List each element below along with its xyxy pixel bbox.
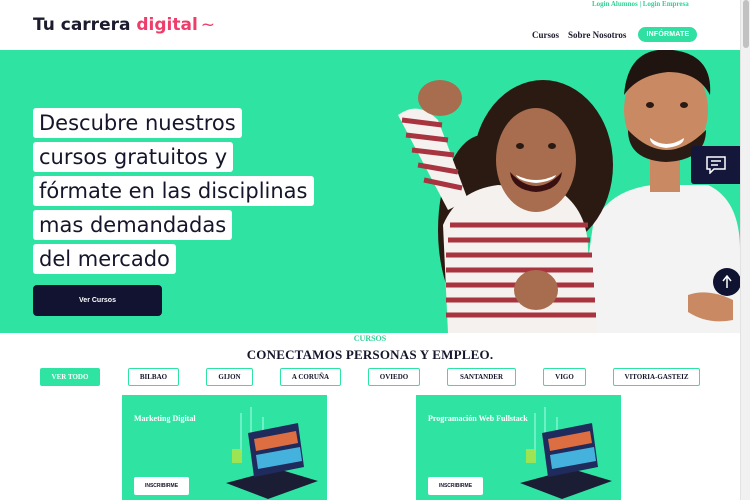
login-alumnos-link[interactable]: Login Alumnos <box>592 0 638 8</box>
hero-headline: Descubre nuestros cursos gratuitos y fór… <box>33 108 314 278</box>
ver-cursos-button[interactable]: Ver Cursos <box>33 285 162 316</box>
hero-line-1-text: Descubre nuestros <box>33 108 242 138</box>
course-card-title: Marketing Digital <box>134 414 196 423</box>
filter-ver-todo[interactable]: VER TODO <box>40 368 100 386</box>
hero-people-image <box>398 50 740 333</box>
logo-tilde: ~ <box>200 15 216 35</box>
woman-figure <box>398 80 613 333</box>
phone-dashboard-illustration <box>520 407 612 499</box>
hero-line-1: Descubre nuestros <box>33 108 314 138</box>
filter-bilbao[interactable]: BILBAO <box>128 368 179 386</box>
hero-line-5: del mercado <box>33 244 314 274</box>
logo-text: Tu carrera <box>33 15 137 35</box>
hero-line-3: fórmate en las disciplinas <box>33 176 314 206</box>
inscribirme-button[interactable]: INSCRIBIRME <box>134 477 189 495</box>
site-header: Tu carrera digital ~ Login Alumnos | Logi… <box>0 0 740 50</box>
course-card[interactable]: Programación Web Fullstack INSCRIBIRME <box>416 395 621 500</box>
filter-gijon[interactable]: GIJON <box>206 368 253 386</box>
hero-line-2: cursos gratuitos y <box>33 142 314 172</box>
filter-oviedo[interactable]: OVIEDO <box>368 368 420 386</box>
nav-sobre-nosotros-link[interactable]: Sobre Nosotros <box>568 30 626 40</box>
chat-button[interactable] <box>691 146 741 184</box>
section-tag: CURSOS <box>353 334 387 343</box>
scroll-to-top-button[interactable] <box>713 268 741 296</box>
login-links: Login Alumnos | Login Empresa <box>592 0 689 8</box>
page-scrollbar[interactable] <box>740 0 750 500</box>
informate-button[interactable]: INFÓRMATE <box>638 27 698 42</box>
inscribirme-button[interactable]: INSCRIBIRME <box>428 477 483 495</box>
filter-a-coruna[interactable]: A CORUÑA <box>280 368 341 386</box>
filter-vitoria-gasteiz[interactable]: VITORIA-GASTEIZ <box>613 368 700 386</box>
hero-line-4: mas demandadas <box>33 210 314 240</box>
filter-santander[interactable]: SANTANDER <box>447 368 516 386</box>
hero-line-3-text: fórmate en las disciplinas <box>33 176 314 206</box>
section-title: CONECTAMOS PERSONAS Y EMPLEO. <box>246 347 494 362</box>
login-empresa-link[interactable]: Login Empresa <box>643 0 689 8</box>
hero-line-2-text: cursos gratuitos y <box>33 142 234 172</box>
site-logo[interactable]: Tu carrera digital ~ <box>33 15 215 35</box>
arrow-up-icon <box>722 275 732 288</box>
scrollbar-thumb[interactable] <box>743 0 749 48</box>
filter-vigo[interactable]: VIGO <box>543 368 586 386</box>
course-card[interactable]: Marketing Digital INSCRIBIRME <box>122 395 327 500</box>
phone-dashboard-illustration <box>226 407 318 499</box>
hero-line-5-text: del mercado <box>33 244 176 274</box>
chat-icon <box>706 156 726 174</box>
logo-accent-text: digital <box>136 15 198 35</box>
nav-cursos-link[interactable]: Cursos <box>532 30 559 40</box>
hero-banner: Descubre nuestros cursos gratuitos y fór… <box>0 50 740 333</box>
hero-line-4-text: mas demandadas <box>33 210 233 240</box>
main-nav: Cursos Sobre Nosotros INFÓRMATE <box>532 27 698 42</box>
